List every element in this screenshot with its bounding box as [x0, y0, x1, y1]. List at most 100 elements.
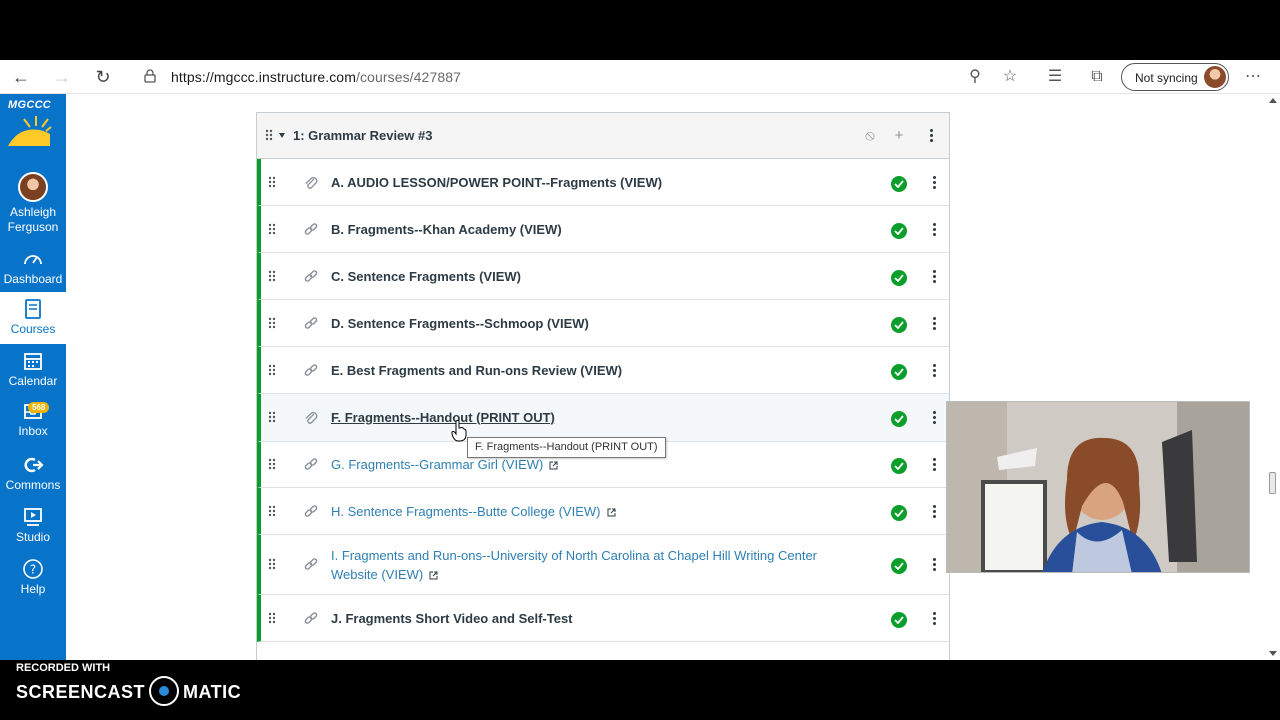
- completed-check-icon: [891, 270, 907, 286]
- nav-help[interactable]: ? Help: [0, 558, 66, 610]
- item-kebab-icon[interactable]: [933, 223, 937, 237]
- nav-courses-label: Courses: [10, 322, 56, 336]
- module-item-title-text: B. Fragments--Khan Academy (VIEW): [331, 222, 562, 237]
- module-item-title-text: F. Fragments--Handout (PRINT OUT): [331, 410, 555, 425]
- nav-inbox[interactable]: 568 Inbox: [0, 400, 66, 452]
- drag-handle-icon[interactable]: [267, 364, 277, 378]
- logo-text: MGCCC: [8, 99, 52, 111]
- module-item-title[interactable]: I. Fragments and Run-ons--University of …: [331, 546, 851, 584]
- link-icon: [304, 270, 318, 282]
- more-menu-icon[interactable]: ⋯: [1242, 66, 1264, 88]
- item-kebab-icon[interactable]: [933, 558, 937, 572]
- sun-logo-icon: [8, 116, 52, 146]
- address-bar[interactable]: https://mgccc.instructure.com/courses/42…: [140, 64, 1040, 90]
- scroll-up-icon[interactable]: [1269, 98, 1277, 103]
- item-kebab-icon[interactable]: [933, 364, 937, 378]
- collections-icon[interactable]: ⧉: [1086, 66, 1108, 88]
- courses-icon: [25, 299, 41, 319]
- profile-sync-button[interactable]: Not syncing: [1121, 63, 1229, 91]
- title-tooltip: F. Fragments--Handout (PRINT OUT): [467, 437, 666, 458]
- item-kebab-icon[interactable]: [933, 317, 937, 331]
- account-nav-item[interactable]: Ashleigh Ferguson: [0, 166, 66, 236]
- module-item-title[interactable]: H. Sentence Fragments--Butte College (VI…: [331, 502, 851, 521]
- completed-check-icon: [891, 411, 907, 427]
- item-kebab-icon[interactable]: [933, 505, 937, 519]
- module-panel: 1: Grammar Review #3 ⦸ + A. AUDIO LESSON…: [256, 112, 950, 660]
- link-icon: [304, 317, 318, 329]
- module-item-row[interactable]: E. Best Fragments and Run-ons Review (VI…: [257, 347, 949, 394]
- module-item-row[interactable]: D. Sentence Fragments--Schmoop (VIEW): [257, 300, 949, 347]
- module-item-title[interactable]: A. AUDIO LESSON/POWER POINT--Fragments (…: [331, 173, 851, 192]
- drag-handle-icon[interactable]: [267, 411, 277, 425]
- drag-handle-icon[interactable]: [264, 129, 274, 143]
- module-item-row[interactable]: I. Fragments and Run-ons--University of …: [257, 535, 949, 595]
- page-scrollbar[interactable]: [1265, 94, 1280, 660]
- inbox-badge: 568: [28, 402, 50, 413]
- collapse-caret-icon[interactable]: [279, 133, 285, 138]
- back-arrow-icon[interactable]: ←: [10, 66, 32, 88]
- scroll-thumb[interactable]: [1269, 472, 1276, 494]
- canvas-page: MGCCC Ashleigh Ferguson Dashboard Course…: [0, 94, 1280, 660]
- module-item-title[interactable]: J. Fragments Short Video and Self-Test: [331, 609, 851, 628]
- browser-toolbar: ← → ↻ https://mgccc.instructure.com/cour…: [0, 60, 1280, 94]
- commons-icon: [24, 457, 44, 473]
- module-item-row[interactable]: C. Sentence Fragments (VIEW): [257, 253, 949, 300]
- module-item-row[interactable]: A. AUDIO LESSON/POWER POINT--Fragments (…: [257, 159, 949, 206]
- favorite-star-icon[interactable]: ☆: [999, 66, 1021, 88]
- item-kebab-icon[interactable]: [933, 176, 937, 190]
- zoom-icon[interactable]: ⚲: [964, 66, 986, 88]
- nav-inbox-label: Inbox: [18, 424, 48, 438]
- module-item-row[interactable]: F. Fragments--Handout (PRINT OUT): [257, 394, 949, 442]
- drag-handle-icon[interactable]: [267, 270, 277, 284]
- module-item-row[interactable]: B. Fragments--Khan Academy (VIEW): [257, 206, 949, 253]
- module-item-title[interactable]: C. Sentence Fragments (VIEW): [331, 267, 851, 286]
- recorded-with-label: RECORDED WITH: [16, 662, 111, 674]
- drag-handle-icon[interactable]: [267, 612, 277, 626]
- module-item-title[interactable]: E. Best Fragments and Run-ons Review (VI…: [331, 361, 851, 380]
- nav-commons-label: Commons: [5, 478, 61, 492]
- item-kebab-icon[interactable]: [933, 458, 937, 472]
- nav-dashboard-label: Dashboard: [3, 272, 63, 286]
- nav-commons[interactable]: Commons: [0, 454, 66, 506]
- account-name: Ashleigh Ferguson: [7, 205, 59, 234]
- module-item-title[interactable]: F. Fragments--Handout (PRINT OUT): [331, 408, 851, 427]
- module-item-title[interactable]: B. Fragments--Khan Academy (VIEW): [331, 220, 851, 239]
- nav-calendar[interactable]: Calendar: [0, 350, 66, 402]
- module-item-title[interactable]: D. Sentence Fragments--Schmoop (VIEW): [331, 314, 851, 333]
- item-kebab-icon[interactable]: [933, 270, 937, 284]
- module-kebab-icon[interactable]: [930, 129, 934, 143]
- calendar-icon: [24, 353, 42, 370]
- completed-check-icon: [891, 223, 907, 239]
- completed-check-icon: [891, 505, 907, 521]
- module-item-title-text: E. Best Fragments and Run-ons Review (VI…: [331, 363, 623, 378]
- sync-label: Not syncing: [1135, 71, 1198, 85]
- nav-studio-label: Studio: [15, 530, 51, 544]
- nav-studio[interactable]: Studio: [0, 506, 66, 558]
- module-item-row[interactable]: H. Sentence Fragments--Butte College (VI…: [257, 488, 949, 535]
- favorites-list-icon[interactable]: ☰: [1044, 66, 1066, 88]
- drag-handle-icon[interactable]: [267, 558, 277, 572]
- refresh-icon[interactable]: ↻: [92, 66, 114, 88]
- forward-arrow-icon[interactable]: →: [51, 66, 73, 88]
- link-icon: [304, 612, 318, 624]
- drag-handle-icon[interactable]: [267, 317, 277, 331]
- screen: ← → ↻ https://mgccc.instructure.com/cour…: [0, 0, 1280, 720]
- item-kebab-icon[interactable]: [933, 612, 937, 626]
- presenter-video-frame: [947, 402, 1249, 572]
- link-icon: [304, 364, 318, 376]
- drag-handle-icon[interactable]: [267, 223, 277, 237]
- add-item-icon[interactable]: +: [891, 128, 907, 144]
- unpublished-icon[interactable]: ⦸: [862, 128, 878, 144]
- drag-handle-icon[interactable]: [267, 176, 277, 190]
- nav-courses[interactable]: Courses: [0, 292, 66, 344]
- item-kebab-icon[interactable]: [933, 411, 937, 425]
- completed-check-icon: [891, 176, 907, 192]
- drag-handle-icon[interactable]: [267, 505, 277, 519]
- scroll-down-icon[interactable]: [1269, 651, 1277, 656]
- institution-logo[interactable]: MGCCC: [0, 94, 66, 152]
- drag-handle-icon[interactable]: [267, 458, 277, 472]
- module-item-row[interactable]: J. Fragments Short Video and Self-Test: [257, 595, 949, 642]
- completed-check-icon: [891, 612, 907, 628]
- link-icon: [304, 458, 318, 470]
- module-header[interactable]: 1: Grammar Review #3 ⦸ +: [257, 113, 949, 159]
